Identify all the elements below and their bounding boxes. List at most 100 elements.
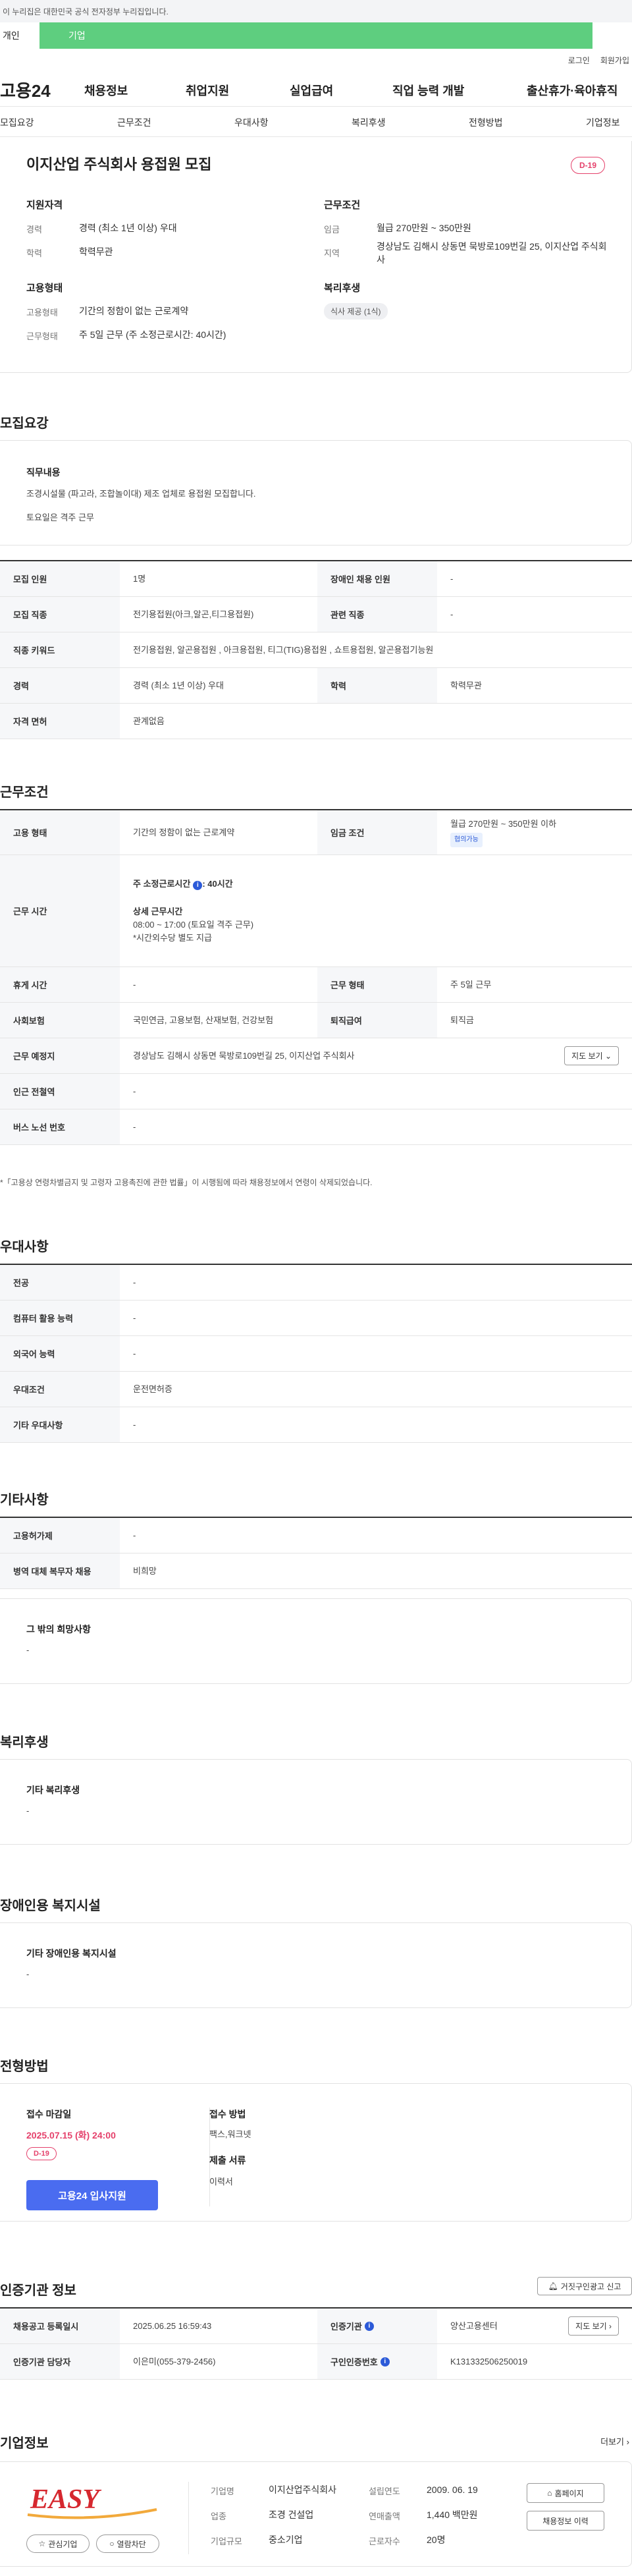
favorite-company-button[interactable]: ☆ 관심기업	[26, 2534, 90, 2553]
method-value: 팩스,워크넷	[209, 2129, 251, 2139]
career-value: 경력 (최소 1년 이상) 우대	[79, 223, 177, 233]
table-header: 우대조건	[0, 1372, 120, 1407]
docs-label: 제출 서류	[209, 2155, 246, 2166]
table-cell: 경상남도 김해시 상동면 묵방로109번길 25, 이지산업 주식회사	[133, 1050, 355, 1061]
table-header: 퇴직급여	[317, 1003, 437, 1038]
work-time-cell: 주 소정근로시간 i: 40시간 상세 근무시간 08:00 ~ 17:00 (토…	[120, 855, 632, 966]
gnb-item-parental-leave[interactable]: 출산휴가·육아휴직	[527, 82, 618, 99]
table-header: 외국어 능력	[0, 1336, 120, 1371]
divider	[188, 2482, 189, 2554]
tab-company-info[interactable]: 기업정보	[586, 116, 620, 129]
overtime-note: *시간외수당 별도 지급	[133, 932, 212, 943]
wage-range: 월급 270만원 ~ 350만원 이하	[450, 819, 557, 829]
employees-label: 근로자수	[369, 2536, 400, 2546]
table-cell: 1명	[133, 573, 146, 584]
disabled-facility-box-value: -	[26, 1969, 30, 1979]
table-cell: 운전면허증	[133, 1384, 172, 1394]
tab-personal[interactable]: 개인	[0, 22, 40, 49]
map-button[interactable]: 지도 보기 ⌄	[564, 1046, 619, 1065]
docs-value: 이력서	[209, 2177, 233, 2187]
duty-box: 직무내용 조경시설물 (파고라, 조합놀이대) 제조 업체로 용접원 모집합니다…	[0, 440, 632, 546]
tab-process[interactable]: 전형방법	[469, 116, 503, 129]
company-logo: EASY	[25, 2480, 161, 2521]
preference-table: 전공 - 컴퓨터 활용 능력 - 외국어 능력 - 우대조건 운전면허증 기타 우대사항…	[0, 1264, 632, 1443]
industry-value: 조경 건설업	[269, 2509, 314, 2520]
method-label: 접수 방법	[209, 2109, 246, 2119]
tab-company[interactable]: 기업	[40, 22, 592, 49]
apply-button[interactable]: 고용24 입사지원	[26, 2180, 158, 2210]
site-logo[interactable]: 고용24	[0, 78, 51, 102]
hope-heading: 그 밖의 희망사항	[26, 1624, 91, 1635]
company-box: EASY ☆ 관심기업 ○ 열람차단 기업명 이지산업주식회사 설립연도 2009.…	[0, 2461, 632, 2567]
employment-heading: 고용형태	[26, 283, 63, 294]
info-icon[interactable]: i	[193, 880, 203, 890]
block-view-button[interactable]: ○ 열람차단	[96, 2534, 159, 2553]
table-header: 휴게 시간	[0, 967, 120, 1002]
block-view-label: 열람차단	[117, 2539, 146, 2549]
agency-map-button-label: 지도 보기	[575, 2322, 607, 2331]
chevron-down-icon: ⌄	[604, 1051, 612, 1061]
info-icon[interactable]: i	[380, 2357, 390, 2366]
table-cell: -	[133, 1419, 136, 1430]
welfare-section-heading: 복리후생	[0, 1735, 49, 1750]
founded-value: 2009. 06. 19	[427, 2484, 478, 2495]
chevron-right-icon: ›	[609, 2322, 612, 2331]
job-title: 이지산업 주식회사 용접원 모집	[26, 156, 212, 173]
table-header: 근무 시간	[0, 855, 120, 966]
weekly-hours-value: : 40시간	[202, 878, 233, 889]
table-cell: 기간의 정함이 없는 근로계약	[133, 827, 235, 837]
gnb-item-training[interactable]: 직업 능력 개발	[392, 82, 464, 99]
industry-label: 업종	[211, 2511, 226, 2521]
cert-no-header: 구인인증번호 i	[317, 2344, 437, 2379]
table-cell: 퇴직금	[450, 1015, 474, 1025]
job-history-button[interactable]: 채용정보 이력	[527, 2511, 604, 2531]
table-header: 고용허가제	[0, 1518, 120, 1553]
etc-heading: 기타사항	[0, 1493, 49, 1507]
tab-preference[interactable]: 우대사항	[234, 116, 269, 129]
tab-conditions[interactable]: 근무조건	[117, 116, 151, 129]
agency-map-button[interactable]: 지도 보기 ›	[568, 2316, 619, 2336]
homepage-button[interactable]: ⌂ 홈페이지	[527, 2483, 604, 2503]
tab-welfare[interactable]: 복리후생	[352, 116, 386, 129]
table-row: 버스 노선 번호 -	[0, 1109, 632, 1145]
gnb-item-unemployment[interactable]: 실업급여	[290, 82, 333, 99]
agency-org-header: 인증기관 i	[317, 2309, 437, 2343]
table-row: 경력 경력 (최소 1년 이상) 우대 학력 학력무관	[0, 668, 632, 704]
table-header: 임금 조건	[317, 810, 437, 854]
table-row: 외국어 능력 -	[0, 1336, 632, 1372]
table-row: 전공 -	[0, 1265, 632, 1301]
deadline-value: 2025.07.15 (화) 24:00	[26, 2130, 116, 2141]
favorite-company-label: 관심기업	[48, 2539, 78, 2549]
svg-text:EASY: EASY	[30, 2484, 101, 2515]
gnb-item-jobs[interactable]: 채용정보	[84, 82, 128, 99]
chevron-right-icon: ›	[626, 2437, 629, 2447]
report-fake-ad-button[interactable]: 🔔︎ 거짓구인광고 신고	[537, 2277, 632, 2295]
table-row: 모집 인원 1명 장애인 채용 인원 -	[0, 561, 632, 597]
login-link[interactable]: 로그인	[568, 55, 590, 66]
homepage-label: 홈페이지	[554, 2488, 584, 2498]
signup-link[interactable]: 회원가입	[600, 55, 629, 66]
table-header: 모집 직종	[0, 597, 120, 632]
table-cell: -	[133, 1277, 136, 1287]
weekly-hours-line: 주 소정근로시간 i: 40시간	[133, 878, 233, 891]
disabled-facility-box: 기타 장애인용 복지시설 -	[0, 1922, 632, 2008]
info-icon[interactable]: i	[364, 2321, 374, 2331]
table-row: 모집 직종 전기용접원(아크,알곤,티그용접원) 관련 직종 -	[0, 597, 632, 632]
table-header: 관련 직종	[317, 597, 437, 632]
gnb-item-employment-support[interactable]: 취업지원	[186, 82, 229, 99]
table-header: 근무 예정지	[0, 1038, 120, 1073]
sales-label: 연매출액	[369, 2511, 400, 2521]
more-link[interactable]: 더보기 ›	[600, 2435, 629, 2448]
qualification-heading: 지원자격	[26, 200, 63, 211]
agency-org-label: 인증기관	[330, 2322, 362, 2332]
table-header: 학력	[317, 668, 437, 703]
wage-value: 월급 270만원 ~ 350만원	[377, 223, 471, 233]
table-cell: 주 5일 근무	[450, 979, 492, 990]
table-cell: -	[133, 1121, 136, 1132]
education-label: 학력	[26, 248, 42, 258]
tab-recruit[interactable]: 모집요강	[0, 116, 34, 129]
table-cell: -	[133, 979, 136, 990]
conditions-section-heading: 근무조건	[0, 785, 49, 800]
section-tabs: 모집요강 근무조건 우대사항 복리후생 전형방법 기업정보	[0, 107, 632, 137]
location-label: 지역	[324, 248, 340, 258]
